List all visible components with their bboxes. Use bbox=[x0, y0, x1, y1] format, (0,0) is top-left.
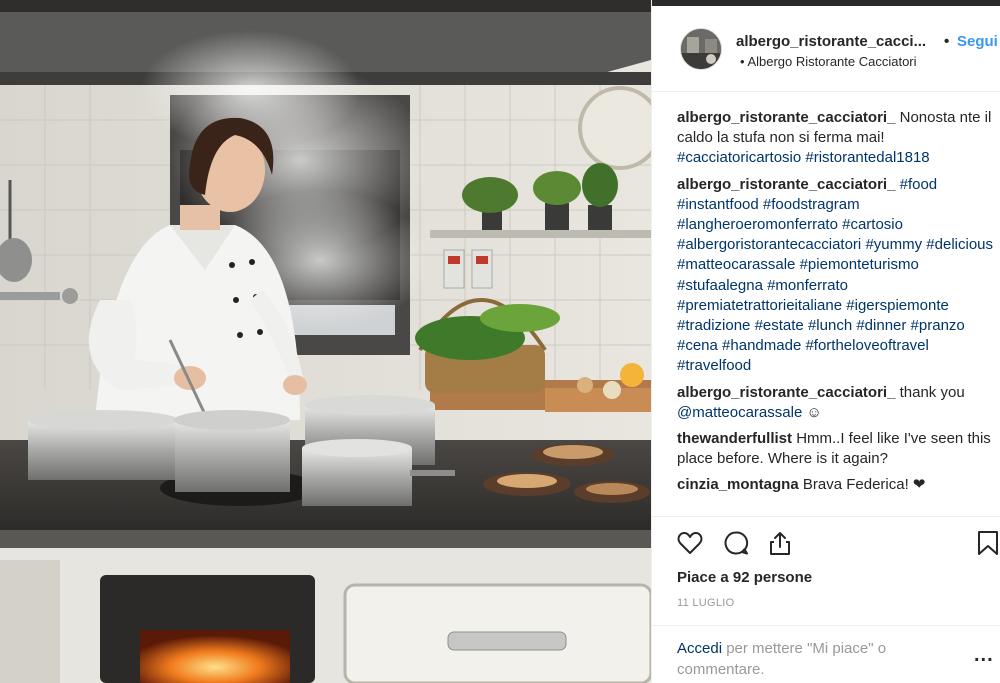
kitchen-photo-illustration bbox=[0, 0, 651, 683]
post-header: albergo_ristorante_cacci... • Segui • Al… bbox=[652, 6, 1000, 92]
hashtag-link[interactable]: #cena bbox=[677, 337, 718, 354]
comment-text: thank you bbox=[899, 383, 965, 401]
hashtag-link[interactable]: #food bbox=[900, 176, 938, 193]
hashtag-link[interactable]: #lunch bbox=[808, 317, 852, 334]
hashtag-link[interactable]: #foodstragram bbox=[763, 196, 860, 213]
hashtag-link[interactable]: #fortheloveoftravel bbox=[805, 337, 928, 354]
hashtag-link[interactable]: #matteocarassale bbox=[677, 256, 795, 273]
header-separator: • bbox=[944, 33, 950, 50]
hashtag-link[interactable]: #langheroeromonferrato bbox=[677, 216, 838, 233]
hashtag-link[interactable]: #delicious bbox=[926, 236, 993, 253]
comment-author[interactable]: thewanderfullist bbox=[677, 430, 792, 447]
hashtag-link[interactable]: #dinner bbox=[856, 317, 906, 334]
comment-text: Brava Federica! ❤ bbox=[802, 476, 926, 494]
hashtag-link[interactable]: #travelfood bbox=[677, 357, 751, 374]
comment-author[interactable]: albergo_ristorante_cacciatori_ bbox=[677, 176, 895, 193]
comment-author[interactable]: albergo_ristorante_cacciatori_ bbox=[677, 109, 895, 126]
comment-item: albergo_ristorante_cacciatori_ thank you… bbox=[677, 383, 995, 423]
hashtag-link[interactable]: #albergoristorantecacciatori bbox=[677, 236, 861, 253]
likes-count[interactable]: Piace a 92 persone bbox=[677, 569, 812, 586]
hashtag-link[interactable]: #piemonteturismo bbox=[800, 256, 919, 273]
post-sidebar: albergo_ristorante_cacci... • Segui • Al… bbox=[651, 0, 1000, 683]
comment-item: albergo_ristorante_cacciatori_ Nonosta n… bbox=[677, 108, 995, 169]
comments-list[interactable]: albergo_ristorante_cacciatori_ Nonosta n… bbox=[677, 108, 995, 514]
post-photo[interactable] bbox=[0, 0, 651, 683]
post-date[interactable]: 11 LUGLIO bbox=[677, 597, 735, 609]
login-bar: Accedi per mettere "Mi piace" o commenta… bbox=[652, 625, 1000, 683]
follow-button[interactable]: Segui bbox=[957, 33, 998, 50]
comment-author[interactable]: albergo_ristorante_cacciatori_ bbox=[677, 384, 895, 401]
hashtag-link[interactable]: #stufaalegna bbox=[677, 277, 763, 294]
hashtag-link[interactable]: #premiatetrattorieitaliane bbox=[677, 297, 842, 314]
hashtag-link[interactable]: #ristorantedal1818 bbox=[805, 149, 929, 166]
hashtag-link[interactable]: #instantfood bbox=[677, 196, 759, 213]
hashtag-link[interactable]: #tradizione bbox=[677, 317, 750, 334]
comment-icon[interactable] bbox=[722, 529, 750, 557]
login-prompt: Accedi per mettere "Mi piace" o commenta… bbox=[677, 639, 937, 680]
comment-text: ☺ bbox=[802, 403, 822, 421]
hashtag-link[interactable]: #cacciatoricartosio bbox=[677, 149, 801, 166]
more-options-icon[interactable]: ... bbox=[974, 644, 994, 667]
hashtag-link[interactable]: #monferrato bbox=[767, 277, 848, 294]
share-icon[interactable] bbox=[766, 529, 794, 557]
hashtag-link[interactable]: #yummy bbox=[865, 236, 922, 253]
location-link[interactable]: • Albergo Ristorante Cacciatori bbox=[740, 54, 917, 69]
avatar[interactable] bbox=[680, 28, 722, 70]
comment-item: cinzia_montagna Brava Federica! ❤ bbox=[677, 475, 995, 495]
comment-item: thewanderfullist Hmm..I feel like I've s… bbox=[677, 429, 995, 469]
heart-icon[interactable] bbox=[676, 529, 704, 557]
hashtag-link[interactable]: #estate bbox=[755, 317, 804, 334]
hashtag-link[interactable]: #cartosio bbox=[842, 216, 903, 233]
login-link[interactable]: Accedi bbox=[677, 640, 722, 657]
comment-item: albergo_ristorante_cacciatori_ #food #in… bbox=[677, 175, 995, 377]
hashtag-link[interactable]: #pranzo bbox=[911, 317, 965, 334]
hashtag-link[interactable]: #handmade bbox=[722, 337, 801, 354]
hashtag-link[interactable]: #igerspiemonte bbox=[846, 297, 949, 314]
username-link[interactable]: albergo_ristorante_cacci... bbox=[736, 33, 926, 50]
avatar-image bbox=[681, 29, 721, 69]
comment-author[interactable]: cinzia_montagna bbox=[677, 476, 799, 493]
hashtag-link[interactable]: @matteocarassale bbox=[677, 404, 802, 421]
bookmark-icon[interactable] bbox=[974, 529, 1000, 557]
actions-section: Piace a 92 persone 11 LUGLIO Accedi per … bbox=[652, 516, 1000, 683]
